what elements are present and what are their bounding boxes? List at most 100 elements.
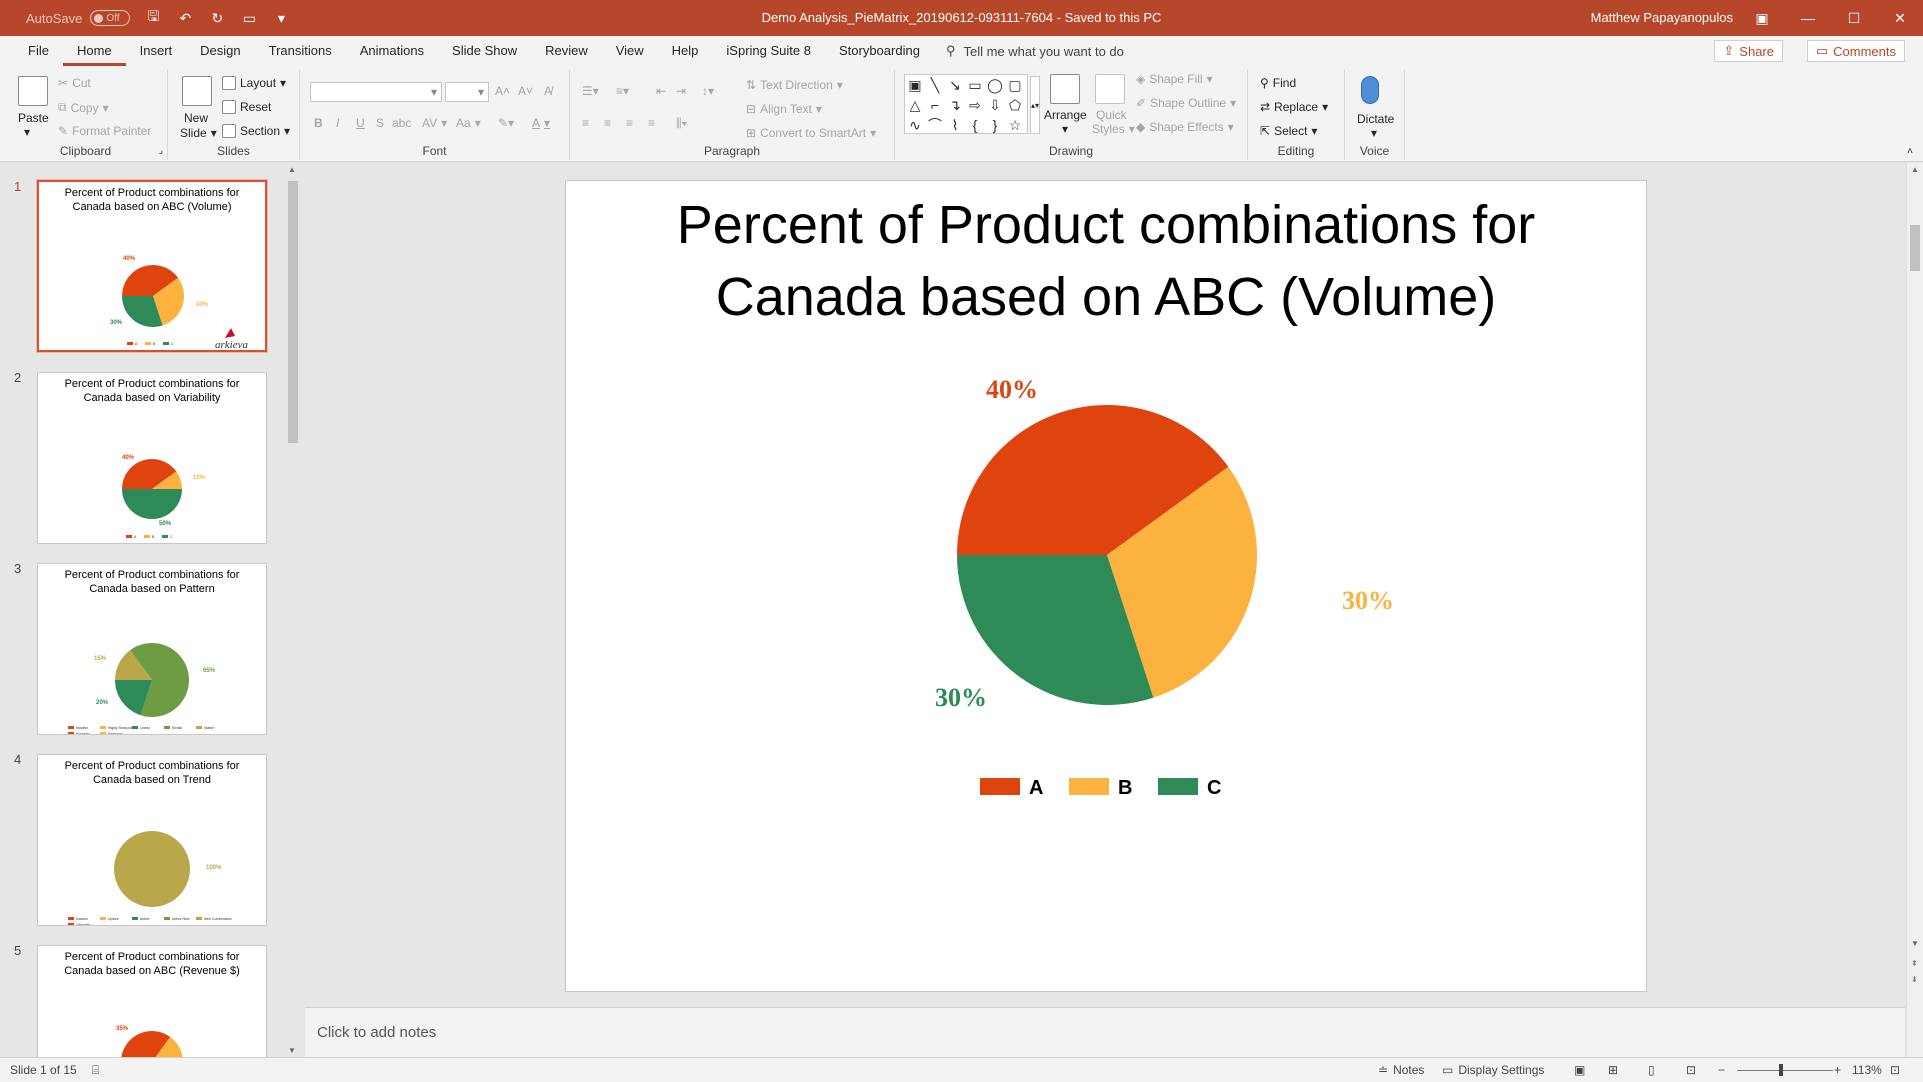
slide-sorter-icon[interactable]: ⊞ — [1608, 1063, 1618, 1077]
next-slide-icon[interactable]: ⇟ — [1911, 975, 1918, 984]
new-slide-icon[interactable] — [182, 76, 212, 106]
quick-styles-icon[interactable] — [1095, 74, 1125, 104]
arrange-dropdown-icon[interactable]: ▾ — [1062, 122, 1068, 136]
format-painter-button[interactable]: ✎ Format Painter — [58, 124, 151, 138]
start-from-beginning-icon[interactable]: ▭ — [240, 9, 258, 27]
scroll-up-icon[interactable]: ▲ — [1911, 165, 1919, 174]
scroll-down-icon[interactable]: ▼ — [1911, 939, 1919, 948]
undo-icon[interactable]: ↶ — [176, 9, 194, 27]
change-case-button[interactable]: Aa ▾ — [456, 116, 481, 130]
align-text-button[interactable]: ⊟ Align Text ▾ — [746, 102, 822, 116]
elbow-connector-shape-icon[interactable]: ⌐ — [925, 95, 945, 115]
numbering-icon[interactable]: ≡▾ — [616, 84, 629, 98]
paste-icon[interactable] — [18, 76, 48, 106]
rectangle-shape-icon[interactable]: ▭ — [965, 75, 985, 95]
zoom-out-icon[interactable]: − — [1718, 1063, 1725, 1077]
rounded-rectangle-shape-icon[interactable]: ▢ — [1005, 75, 1025, 95]
zoom-slider[interactable] — [1737, 1070, 1833, 1071]
text-direction-button[interactable]: ⇅ Text Direction ▾ — [746, 78, 843, 92]
tab-transitions[interactable]: Transitions — [255, 36, 346, 66]
customize-qat-icon[interactable]: ▾ — [272, 9, 290, 27]
comments-button[interactable]: ▭ Comments — [1806, 40, 1905, 62]
right-arrow-shape-icon[interactable]: ⇨ — [965, 95, 985, 115]
tab-animations[interactable]: Animations — [346, 36, 438, 66]
fit-slide-icon[interactable]: ⊡ — [1890, 1063, 1900, 1077]
slide-scrollbar[interactable]: ▲ ▼ ⇞ ⇟ — [1906, 163, 1923, 1057]
font-family-input[interactable]: ▾ — [310, 82, 442, 102]
center-icon[interactable]: ≡ — [604, 116, 611, 130]
arrange-icon[interactable] — [1050, 74, 1080, 104]
share-button[interactable]: ⇪ Share — [1714, 40, 1783, 62]
tab-review[interactable]: Review — [531, 36, 602, 66]
bold-button[interactable]: B — [314, 116, 323, 130]
line-shape-icon[interactable]: ╲ — [925, 75, 945, 95]
slide-thumbnail-1[interactable]: Percent of Product combinations for Cana… — [37, 180, 267, 352]
slide-thumbnail-4[interactable]: Percent of Product combinations for Cana… — [37, 754, 267, 926]
dictate-button[interactable]: Dictate — [1357, 112, 1394, 126]
tab-insert[interactable]: Insert — [126, 36, 187, 66]
tab-view[interactable]: View — [602, 36, 658, 66]
textbox-shape-icon[interactable]: ▣ — [905, 75, 925, 95]
cut-button[interactable]: ✂ Cut — [58, 76, 91, 90]
arrow-line-shape-icon[interactable]: ↘ — [945, 75, 965, 95]
collapse-ribbon-icon[interactable]: ˄ — [1907, 146, 1913, 157]
down-arrow-shape-icon[interactable]: ⇩ — [985, 95, 1005, 115]
convert-smartart-button[interactable]: ⊞ Convert to SmartArt ▾ — [746, 126, 876, 140]
freeform-shape-icon[interactable]: ⌇ — [945, 115, 965, 135]
pentagon-shape-icon[interactable]: ⬠ — [1005, 95, 1025, 115]
select-button[interactable]: ⇱ Select ▾ — [1260, 124, 1317, 138]
arc-shape-icon[interactable]: ⌒ — [925, 115, 945, 135]
tab-file[interactable]: File — [14, 36, 63, 66]
line-spacing-icon[interactable]: ↕▾ — [702, 84, 714, 98]
elbow-arrow-shape-icon[interactable]: ↴ — [945, 95, 965, 115]
ribbon-display-options-icon[interactable]: ▣ — [1739, 0, 1785, 36]
close-icon[interactable]: ✕ — [1877, 0, 1923, 36]
normal-view-icon[interactable]: ▣ — [1574, 1063, 1585, 1077]
tab-slide-show[interactable]: Slide Show — [438, 36, 531, 66]
character-spacing-button[interactable]: AV ▾ — [422, 116, 447, 130]
display-settings-button[interactable]: ▭ Display Settings — [1442, 1063, 1544, 1077]
slide-thumbnail-3[interactable]: Percent of Product combinations for Cana… — [37, 563, 267, 735]
layout-button[interactable]: Layout ▾ — [222, 76, 286, 90]
reading-view-icon[interactable]: ▯ — [1648, 1063, 1655, 1077]
slide-show-icon[interactable]: ⊡ — [1686, 1063, 1696, 1077]
increase-font-size-icon[interactable]: A˄ — [495, 84, 510, 98]
copy-button[interactable]: ⧉ Copy ▾ — [58, 100, 109, 115]
italic-button[interactable]: I — [336, 116, 339, 130]
save-icon[interactable]: 🖫 — [144, 8, 162, 27]
scrollbar-thumb[interactable] — [1910, 225, 1920, 271]
right-brace-shape-icon[interactable]: } — [985, 115, 1005, 135]
minimize-icon[interactable]: — — [1785, 0, 1831, 36]
shadow-button[interactable]: S — [376, 116, 384, 130]
tab-storyboarding[interactable]: Storyboarding — [825, 36, 934, 66]
autosave-switch[interactable]: Off — [90, 10, 131, 26]
quick-styles-button[interactable]: Styles ▾ — [1092, 122, 1135, 136]
bullets-icon[interactable]: ☰▾ — [582, 84, 599, 98]
tab-design[interactable]: Design — [186, 36, 254, 66]
clipboard-launcher-icon[interactable]: ⌟ — [159, 145, 163, 156]
decrease-font-size-icon[interactable]: A˅ — [518, 84, 533, 98]
microphone-icon[interactable] — [1361, 76, 1379, 104]
zoom-in-icon[interactable]: + — [1834, 1063, 1841, 1077]
triangle-shape-icon[interactable]: △ — [905, 95, 925, 115]
scrollbar-thumb[interactable] — [288, 181, 298, 443]
columns-icon[interactable]: ⫼▾ — [676, 116, 687, 131]
autosave-toggle[interactable]: AutoSave Off — [26, 10, 131, 26]
notes-pane[interactable]: Click to add notes — [305, 1007, 1905, 1057]
slide-thumbnail-5[interactable]: Percent of Product combinations for Cana… — [37, 945, 267, 1057]
thumbnail-scrollbar[interactable]: ▲ ▼ — [286, 163, 300, 1057]
arrange-button[interactable]: Arrange — [1044, 108, 1087, 122]
find-button[interactable]: ⚲ Find — [1260, 76, 1296, 90]
tab-help[interactable]: Help — [658, 36, 713, 66]
pie-chart[interactable]: 40% 30% 30% A B C — [566, 181, 1648, 993]
reset-button[interactable]: Reset — [222, 100, 271, 114]
maximize-icon[interactable]: ☐ — [1831, 0, 1877, 36]
zoom-level[interactable]: 113% — [1852, 1063, 1882, 1077]
shape-outline-button[interactable]: ✐ Shape Outline ▾ — [1136, 96, 1236, 110]
align-left-icon[interactable]: ≡ — [582, 116, 589, 130]
shape-fill-button[interactable]: ◈ Shape Fill ▾ — [1136, 72, 1213, 86]
redo-icon[interactable]: ↻ — [208, 9, 226, 27]
slide-canvas[interactable]: Percent of Product combinations for Cana… — [565, 180, 1647, 992]
scroll-up-icon[interactable]: ▲ — [288, 165, 296, 174]
spelling-check-icon[interactable]: ⌸ — [92, 1063, 99, 1078]
